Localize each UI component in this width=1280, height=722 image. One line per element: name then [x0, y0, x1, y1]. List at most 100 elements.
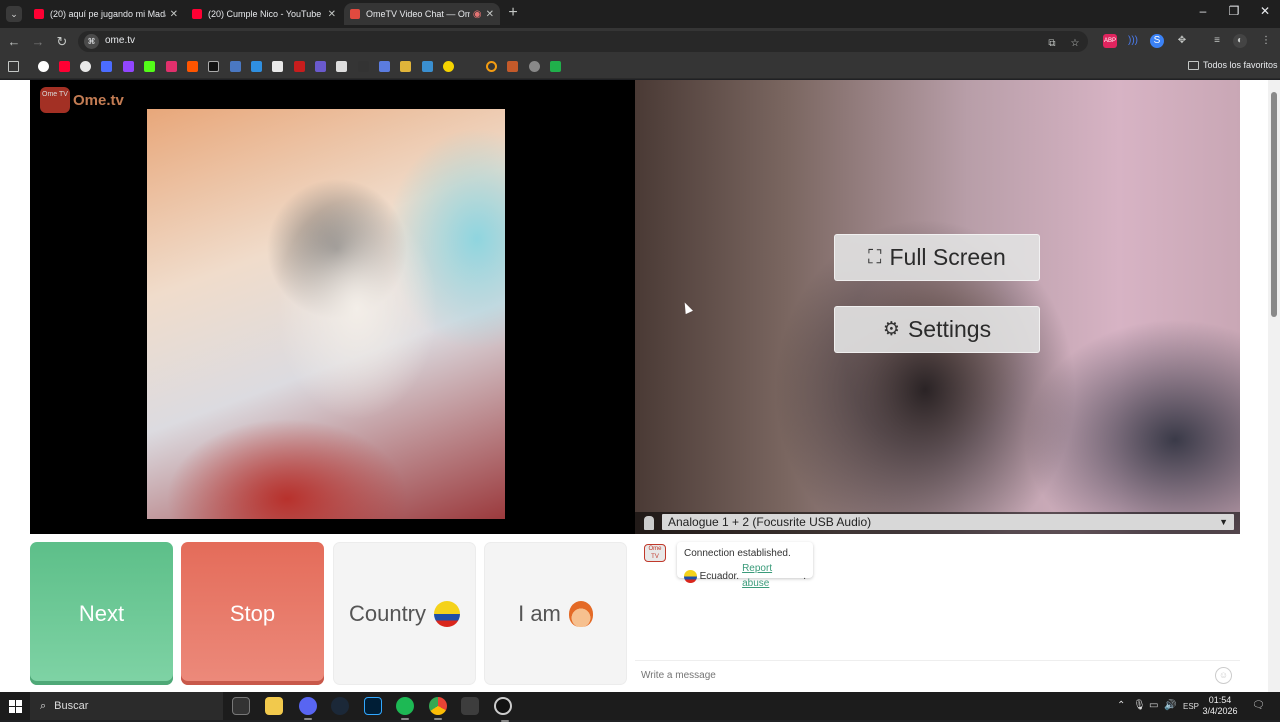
gender-button[interactable]: I am — [484, 542, 627, 685]
chat-panel: Ome TV Connection established. Ecuador. … — [635, 534, 1240, 692]
taskbar-search[interactable]: ⌕ Buscar — [30, 692, 223, 720]
extensions-puzzle-icon[interactable]: ✥ — [1175, 34, 1189, 48]
bookmark-af-icon[interactable] — [358, 61, 369, 72]
new-tab-button[interactable]: + — [505, 4, 521, 22]
bookmark-youtube-icon[interactable] — [59, 61, 70, 72]
tab-strip: ⌄ (20) aquí pe jugando mi Madag ✕ (20) C… — [0, 0, 1280, 28]
tab-ometv[interactable]: OmeTV Video Chat — Ome ◉ ✕ — [344, 3, 500, 25]
ecuador-flag-icon — [684, 569, 697, 583]
taskbar-app-obs-icon[interactable] — [494, 697, 512, 722]
tray-volume-icon[interactable]: 🔊 — [1164, 700, 1176, 711]
close-window-icon[interactable]: ✕ — [1250, 4, 1280, 18]
forward-arrow-icon[interactable]: → — [29, 33, 47, 51]
bookmark-notion-icon[interactable] — [336, 61, 347, 72]
tray-network-icon[interactable]: ▭ — [1149, 700, 1158, 711]
taskbar-app-green-icon[interactable] — [461, 697, 479, 715]
extension-blue-icon[interactable]: S — [1150, 34, 1164, 48]
taskbar-app-task-view-icon[interactable] — [232, 697, 250, 715]
notifications-icon[interactable]: 🗨 — [1252, 700, 1265, 711]
tab-youtube-2[interactable]: (20) Cumple Nico - YouTube ✕ — [186, 3, 342, 25]
tray-chevron-up-icon[interactable]: ⌃ — [1117, 700, 1125, 711]
bookmarks-bar: Todos los favoritos — [0, 55, 1280, 79]
profile-avatar-icon[interactable]: ◐ — [1233, 34, 1247, 48]
bookmark-bookmark-icon[interactable] — [101, 61, 112, 72]
close-tab-icon[interactable]: ✕ — [170, 9, 178, 20]
audio-device-bar: Analogue 1 + 2 (Focusrite USB Audio) ▼ — [635, 512, 1240, 534]
taskbar-app-discord-icon[interactable] — [299, 697, 317, 720]
back-arrow-icon[interactable]: ← — [5, 33, 23, 51]
settings-button[interactable]: ⚙ Settings — [834, 306, 1040, 353]
message-composer: ☺ — [635, 660, 1240, 688]
install-app-icon[interactable]: ⧉ — [1045, 37, 1059, 51]
bookmark-orange-icon[interactable] — [507, 61, 518, 72]
emoji-smiley-icon[interactable]: ☺ — [1215, 667, 1232, 684]
report-abuse-link[interactable]: Report abuse — [742, 561, 800, 591]
taskbar-app-explorer-icon[interactable] — [265, 697, 283, 715]
bookmark-x-icon[interactable] — [208, 61, 219, 72]
apps-grid-icon[interactable] — [8, 61, 19, 72]
site-info-icon[interactable]: ⌘ — [84, 34, 99, 49]
bookmark-github-icon[interactable] — [80, 61, 91, 72]
next-label: Next — [78, 600, 125, 626]
bookmark-star-icon[interactable]: ☆ — [1068, 37, 1082, 51]
stop-button[interactable]: Stop — [181, 542, 324, 685]
url-text: ome.tv — [105, 35, 136, 46]
message-input[interactable] — [641, 667, 1201, 683]
system-message: Connection established. Ecuador. Report … — [677, 542, 813, 589]
taskbar-app-steam-icon[interactable] — [331, 697, 349, 715]
close-tab-icon[interactable]: ✕ — [328, 9, 336, 20]
bookmark-kick-icon[interactable] — [144, 61, 155, 72]
bookmark-ring-icon[interactable] — [486, 61, 497, 72]
self-video: ⛶ Full Screen ⚙ Settings — [635, 80, 1240, 534]
tray-microphone-icon[interactable]: 🎙 — [1133, 700, 1146, 711]
bookmark-translate-icon[interactable] — [230, 61, 241, 72]
address-bar[interactable]: ⌘ ome.tv ⧉ ☆ — [78, 31, 1088, 52]
windows-start-icon[interactable] — [9, 700, 22, 713]
taskbar: ⌕ Buscar ⌃ 🎙 ▭ 🔊 ESP 01:54 3/4/2026 🗨 — [0, 692, 1280, 722]
taskbar-clock[interactable]: 01:54 3/4/2026 — [1196, 695, 1244, 717]
reload-icon[interactable]: ↻ — [53, 33, 71, 51]
extension-red-icon[interactable]: ABP — [1103, 34, 1117, 48]
next-button[interactable]: Next — [30, 542, 173, 685]
connection-status-text: Connection established. — [684, 548, 791, 559]
report-suffix: . — [803, 570, 806, 582]
camera-recording-icon: ◉ — [472, 8, 482, 20]
close-tab-icon[interactable]: ✕ — [486, 9, 494, 20]
bookmark-edge-icon[interactable] — [251, 61, 262, 72]
restore-icon[interactable]: ❐ — [1219, 4, 1249, 18]
tab-youtube-1[interactable]: (20) aquí pe jugando mi Madag ✕ — [28, 3, 184, 25]
bookmark-google-icon[interactable] — [38, 61, 49, 72]
bookmark-netflix-icon[interactable] — [294, 61, 305, 72]
scrollbar-thumb[interactable] — [1271, 92, 1277, 317]
all-bookmarks-button[interactable]: Todos los favoritos — [1188, 60, 1278, 70]
gear-icon: ⚙ — [882, 319, 900, 340]
bookmark-soundcloud-icon[interactable] — [187, 61, 198, 72]
bookmark-circle-yellow-icon[interactable] — [443, 61, 454, 72]
fullscreen-icon: ⛶ — [868, 246, 882, 268]
taskbar-app-chrome-icon[interactable] — [429, 697, 447, 720]
all-bookmarks-label: Todos los favoritos — [1203, 60, 1278, 70]
media-controls-icon[interactable]: ≡ — [1210, 34, 1224, 48]
bookmark-instagram-icon[interactable] — [166, 61, 177, 72]
extension-audio-icon[interactable]: ))) — [1126, 34, 1140, 48]
bookmark-blue-2-icon[interactable] — [379, 61, 390, 72]
minimize-icon[interactable]: – — [1188, 4, 1218, 18]
bookmark-stack-icon[interactable] — [272, 61, 283, 72]
bookmark-gray-icon[interactable] — [529, 61, 540, 72]
kebab-menu-icon[interactable]: ⋮ — [1259, 34, 1273, 48]
bookmark-purple-icon[interactable] — [315, 61, 326, 72]
fullscreen-button[interactable]: ⛶ Full Screen — [834, 234, 1040, 281]
ometv-page: Ome TV Ome.tv ⛶ Full Screen ⚙ Settings A… — [0, 80, 1280, 692]
ometv-logo[interactable]: Ome TV Ome.tv — [40, 87, 124, 113]
country-button[interactable]: Country — [333, 542, 476, 685]
bookmark-blue-3-icon[interactable] — [422, 61, 433, 72]
taskbar-app-photoshop-icon[interactable] — [364, 697, 382, 715]
taskbar-app-spotify-icon[interactable] — [396, 697, 414, 720]
page-scrollbar[interactable] — [1268, 80, 1280, 692]
tab-search-chevron-icon[interactable]: ⌄ — [6, 6, 22, 22]
tab-title: (20) Cumple Nico - YouTube — [208, 9, 322, 19]
bookmark-twitch-icon[interactable] — [123, 61, 134, 72]
bookmark-yellow-icon[interactable] — [400, 61, 411, 72]
bookmark-sheets-icon[interactable] — [550, 61, 561, 72]
audio-device-select[interactable]: Analogue 1 + 2 (Focusrite USB Audio) ▼ — [662, 514, 1234, 530]
